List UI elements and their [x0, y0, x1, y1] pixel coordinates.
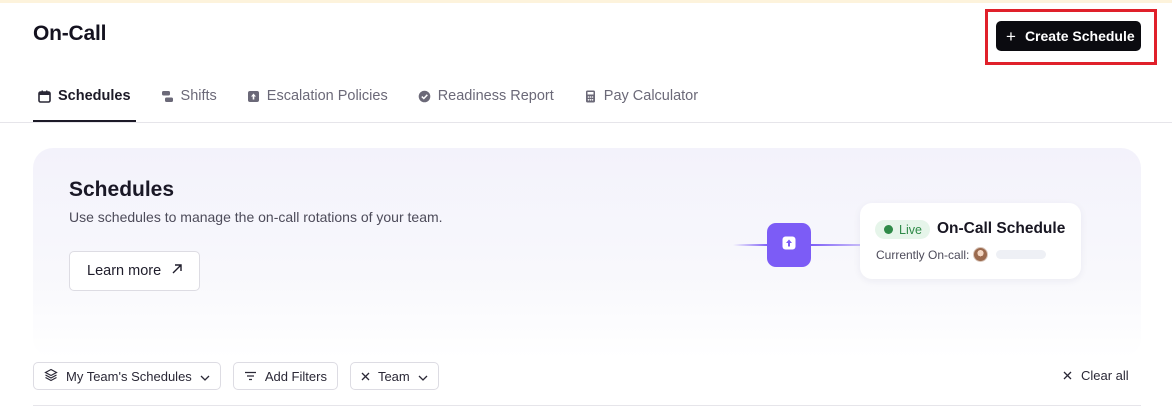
chevron-down-icon: [200, 369, 210, 384]
list-divider: [33, 405, 1141, 406]
connector-line-right: [810, 244, 862, 246]
hero-title: Schedules: [69, 178, 175, 201]
live-badge: Live: [875, 220, 930, 239]
close-icon: [1063, 368, 1072, 383]
schedule-preview-card: Live On-Call Schedule Currently On-call:: [860, 203, 1081, 279]
escalation-icon: [247, 90, 260, 103]
my-team-schedules-dropdown[interactable]: My Team's Schedules: [33, 362, 221, 390]
live-dot-icon: [884, 225, 893, 234]
tabs-divider: [0, 122, 1172, 123]
schedule-tile: [767, 223, 811, 267]
my-team-schedules-label: My Team's Schedules: [66, 368, 192, 384]
shifts-icon: [161, 90, 174, 103]
clear-all-button[interactable]: Clear all: [1063, 368, 1129, 383]
tab-escalation-policies[interactable]: Escalation Policies: [242, 78, 393, 114]
clear-all-label: Clear all: [1081, 368, 1129, 383]
currently-oncall-label: Currently On-call:: [876, 247, 970, 262]
team-filter-label: Team: [377, 368, 410, 384]
card-title: On-Call Schedule: [937, 220, 1066, 237]
tab-shifts-label: Shifts: [180, 88, 217, 104]
hero-description: Use schedules to manage the on-call rota…: [69, 209, 443, 225]
avatar: [973, 247, 989, 262]
learn-more-button[interactable]: Learn more: [69, 251, 200, 291]
schedules-hero-banner: Schedules Use schedules to manage the on…: [33, 148, 1141, 358]
top-strip: [0, 0, 1172, 3]
calculator-icon: [584, 90, 597, 103]
tab-schedules-label: Schedules: [58, 88, 131, 104]
currently-oncall-row: Currently On-call:: [876, 247, 1047, 262]
upload-icon: [781, 235, 797, 256]
tab-schedules[interactable]: Schedules: [33, 78, 136, 122]
tab-pay-calculator[interactable]: Pay Calculator: [579, 78, 703, 114]
arrow-up-right-icon: [171, 263, 183, 279]
live-badge-label: Live: [899, 222, 922, 237]
tab-bar: Schedules Shifts Escalation Policies Rea…: [33, 78, 723, 123]
add-filters-label: Add Filters: [264, 368, 327, 384]
calendar-icon: [38, 90, 51, 103]
plus-icon: +: [1006, 26, 1016, 46]
filter-icon: [244, 369, 257, 384]
learn-more-label: Learn more: [87, 263, 162, 279]
create-schedule-label: Create Schedule: [1024, 28, 1135, 44]
tab-escalation-label: Escalation Policies: [266, 88, 388, 104]
team-filter-dropdown[interactable]: Team: [349, 362, 439, 390]
add-filters-button[interactable]: Add Filters: [232, 362, 338, 390]
tab-readiness-label: Readiness Report: [437, 88, 554, 104]
tab-readiness-report[interactable]: Readiness Report: [413, 78, 559, 114]
layers-icon: [44, 368, 58, 385]
close-icon[interactable]: [361, 369, 370, 384]
check-badge-icon: [418, 90, 431, 103]
chevron-down-icon: [418, 369, 428, 384]
filter-bar: My Team's Schedules Add Filters Team: [33, 362, 439, 390]
tab-pay-label: Pay Calculator: [603, 88, 699, 104]
page-title: On-Call: [33, 22, 107, 45]
name-placeholder: [996, 250, 1047, 259]
create-schedule-button[interactable]: + Create Schedule: [996, 21, 1141, 51]
connector-line-left: [733, 244, 769, 246]
tab-shifts[interactable]: Shifts: [156, 78, 222, 114]
